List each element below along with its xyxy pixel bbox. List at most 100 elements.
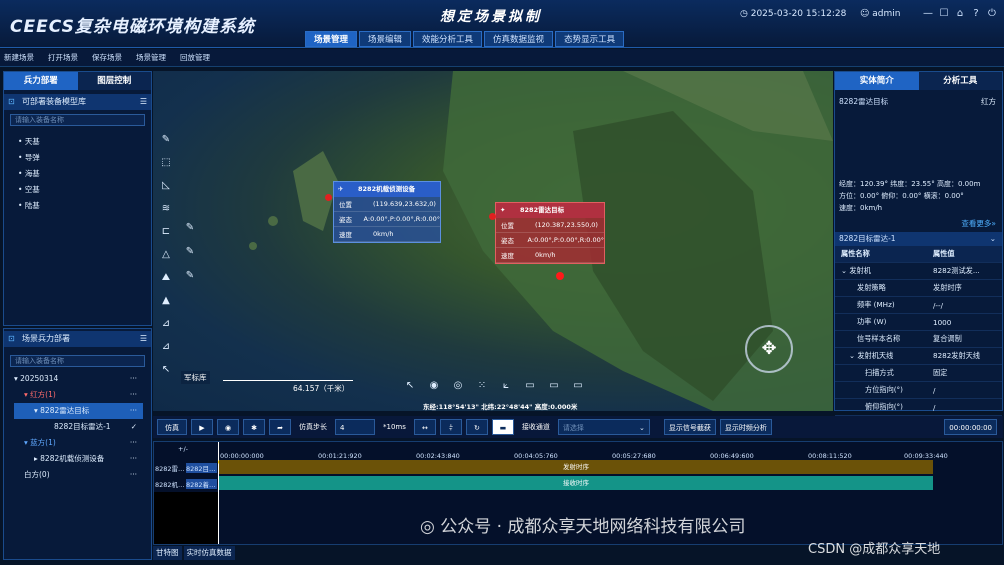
crop-icon[interactable]: ⟀: [499, 379, 513, 393]
red-entity-marker[interactable]: [489, 213, 496, 220]
maximize-icon[interactable]: ☐: [938, 8, 950, 19]
comment-icon[interactable]: ▭: [523, 379, 537, 393]
attr-row[interactable]: 俯仰指向(°) /: [835, 399, 1002, 416]
recv-select[interactable]: 请选择 ⌄: [557, 419, 650, 435]
tab-situation[interactable]: 态势显示工具: [555, 31, 625, 47]
comment-icon[interactable]: ▭: [571, 379, 585, 393]
tab-realtime-data[interactable]: 实时仿真数据: [183, 546, 235, 560]
lib-item-space[interactable]: • 天基: [18, 134, 151, 150]
home-icon[interactable]: ⌂: [954, 8, 966, 19]
add-shape-icon[interactable]: ▲: [159, 294, 173, 308]
menu-new-scene[interactable]: 新建场景: [4, 52, 34, 63]
mountain-icon[interactable]: ⛰: [159, 271, 173, 285]
tab-scene-edit[interactable]: 场景编辑: [359, 31, 412, 47]
more-icon[interactable]: ···: [130, 403, 137, 419]
menu-open-scene[interactable]: 打开场景: [48, 52, 78, 63]
dots-icon[interactable]: ⁙: [475, 379, 489, 393]
more-icon[interactable]: ···: [130, 387, 137, 403]
menu-scene-manage[interactable]: 场景管理: [136, 52, 166, 63]
sim-button[interactable]: 仿真: [157, 419, 187, 435]
attr-row[interactable]: ⌄ 发射机 8282测试发...: [835, 263, 1002, 280]
attr-row[interactable]: 信号样本名称 复合调制: [835, 331, 1002, 348]
navigation-compass[interactable]: ✥: [745, 325, 793, 373]
blue-entity-popup[interactable]: ✈ 8282机载侦测设备 位置 (119.639,23.632,0) 姿态 A:0.0…: [333, 181, 441, 243]
expand-toggle[interactable]: +/-: [178, 445, 188, 453]
tree-red-sub[interactable]: 8282目标雷达-1 ✓: [14, 419, 151, 435]
cursor-icon[interactable]: ↖: [403, 379, 417, 393]
tree-white[interactable]: 白方(0) ···: [14, 467, 151, 483]
attr-row[interactable]: 发射策略 发射时序: [835, 280, 1002, 297]
polygon-icon[interactable]: △: [159, 248, 173, 262]
attr-row[interactable]: 扫描方式 固定: [835, 365, 1002, 382]
edit-icon[interactable]: ✎: [183, 245, 197, 259]
armory-label[interactable]: 军标库: [181, 371, 210, 384]
power-icon[interactable]: ⏻: [986, 8, 998, 19]
tab-layer-control[interactable]: 图层控制: [77, 72, 151, 90]
ruler-icon[interactable]: ⊿: [159, 340, 173, 354]
forward-icon[interactable]: ➦: [269, 419, 291, 435]
map-view[interactable]: ✎ ⬚ ◺ ≋ ⊏ △ ⛰ ▲ ⊿ ⊿ ↖ ✎ ✎ ✎ 军标库 64.157（千…: [153, 71, 833, 411]
show-signal-button[interactable]: 显示信号截获: [663, 419, 716, 435]
chevron-down-icon[interactable]: ⌄: [990, 232, 996, 246]
tab-entity-intro[interactable]: 实体简介: [835, 72, 919, 90]
edit-icon[interactable]: ✎: [183, 221, 197, 235]
tree-red-item[interactable]: ▾ 8282雷达目标 ···: [14, 403, 143, 419]
bracket-icon[interactable]: ⊏: [159, 225, 173, 239]
play-icon[interactable]: ▶: [191, 419, 213, 435]
gantt-bar-transmit[interactable]: 发射时序: [219, 460, 933, 474]
more-icon[interactable]: ···: [130, 371, 137, 387]
lib-item-land[interactable]: • 陆基: [18, 198, 151, 214]
red-entity-popup[interactable]: ✦ 8282雷达目标 位置 (120.387,23.550,0) 姿态 A:0.00°…: [495, 202, 605, 264]
comment-icon[interactable]: ▭: [547, 379, 561, 393]
refresh-icon[interactable]: ↻: [465, 419, 488, 435]
lib-item-sea[interactable]: • 海基: [18, 166, 151, 182]
lib-item-missile[interactable]: • 导弹: [18, 150, 151, 166]
minimize-icon[interactable]: —: [922, 8, 934, 19]
tab-force-deploy[interactable]: 兵力部署: [4, 72, 78, 90]
target-marker[interactable]: [556, 272, 564, 280]
tab-gantt[interactable]: 甘特图: [153, 546, 182, 560]
tree-red[interactable]: ▾ 红方(1) ···: [14, 387, 151, 403]
tree-blue-item[interactable]: ▸ 8282机载侦测设备 ···: [14, 451, 151, 467]
eye-icon[interactable]: ◎: [451, 379, 465, 393]
more-icon[interactable]: ···: [130, 467, 137, 483]
attr-row[interactable]: 功率 (W) 1000: [835, 314, 1002, 331]
show-freq-button[interactable]: 显示时频分析: [719, 419, 772, 435]
deploy-search-input[interactable]: 请输入装备名称: [10, 355, 145, 367]
check-icon[interactable]: ✓: [131, 419, 137, 435]
triangle-icon[interactable]: ◺: [159, 179, 173, 193]
tree-root[interactable]: ▾ 20250314 ···: [14, 371, 151, 387]
tree-blue[interactable]: ▾ 蓝方(1) ···: [14, 435, 151, 451]
step-icon[interactable]: ✱: [243, 419, 265, 435]
view-more-link[interactable]: 查看更多»: [835, 218, 1002, 230]
edit-icon[interactable]: ✎: [183, 269, 197, 283]
rectangle-icon[interactable]: ⬚: [159, 156, 173, 170]
menu-icon[interactable]: ☰: [140, 94, 147, 110]
measure-icon[interactable]: ⊿: [159, 317, 173, 331]
menu-icon[interactable]: ☰: [140, 331, 147, 347]
horizontal-icon[interactable]: ↔: [413, 419, 436, 435]
tab-scene-manage[interactable]: 场景管理: [305, 31, 358, 47]
attr-row[interactable]: 方位指向(°) /: [835, 382, 1002, 399]
pencil-icon[interactable]: ✎: [159, 133, 173, 147]
gantt-bar-receive[interactable]: 接收时序: [219, 476, 933, 490]
step-input[interactable]: 4: [335, 419, 375, 435]
tab-analysis-tools[interactable]: 分析工具: [918, 72, 1002, 90]
user-menu[interactable]: ☺ admin: [860, 9, 900, 19]
toggle-icon[interactable]: ▬: [491, 419, 514, 435]
attr-row[interactable]: 频率 (MHz)/--/: [835, 297, 1002, 314]
eye-icon[interactable]: ◉: [427, 379, 441, 393]
select-icon[interactable]: ↖: [159, 363, 173, 377]
split-icon[interactable]: ⫩: [439, 419, 462, 435]
wave-icon[interactable]: ≋: [159, 202, 173, 216]
menu-save-scene[interactable]: 保存场景: [92, 52, 122, 63]
menu-replay[interactable]: 回放管理: [180, 52, 210, 63]
attr-row[interactable]: ⌄ 发射机天线 8282发射天线: [835, 348, 1002, 365]
more-icon[interactable]: ···: [130, 451, 137, 467]
tab-efficiency[interactable]: 效能分析工具: [413, 31, 483, 47]
blue-entity-marker[interactable]: [325, 194, 332, 201]
library-search-input[interactable]: 请输入装备名称: [10, 114, 145, 126]
stop-icon[interactable]: ◉: [217, 419, 239, 435]
help-icon[interactable]: ?: [970, 8, 982, 19]
more-icon[interactable]: ···: [130, 435, 137, 451]
